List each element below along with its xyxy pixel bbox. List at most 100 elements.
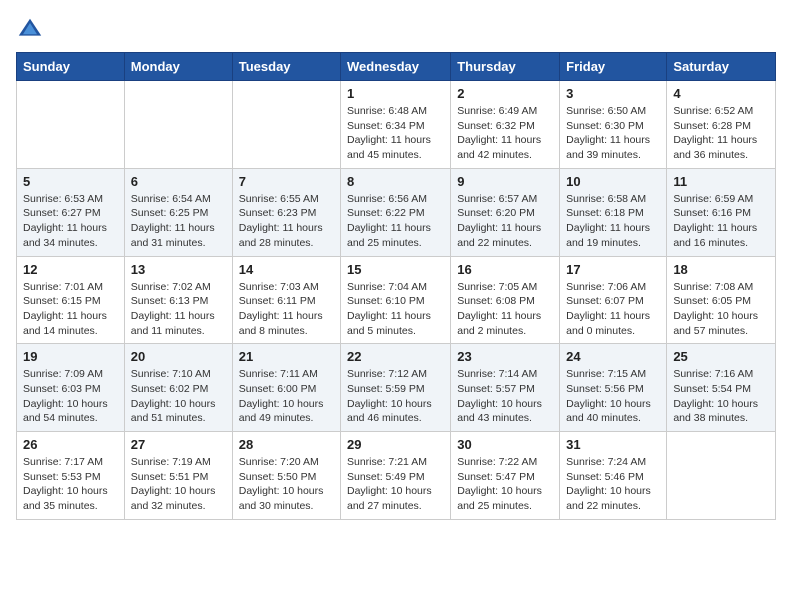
day-info: Sunrise: 7:20 AM Sunset: 5:50 PM Dayligh… xyxy=(239,455,334,514)
day-number: 23 xyxy=(457,349,553,364)
calendar-cell: 17 Sunrise: 7:06 AM Sunset: 6:07 PM Dayli… xyxy=(560,256,667,344)
day-number: 22 xyxy=(347,349,444,364)
calendar-cell: 2 Sunrise: 6:49 AM Sunset: 6:32 PM Daylig… xyxy=(451,81,560,169)
logo-icon xyxy=(16,16,44,44)
day-info: Sunrise: 7:08 AM Sunset: 6:05 PM Dayligh… xyxy=(673,280,769,339)
day-number: 4 xyxy=(673,86,769,101)
day-info: Sunrise: 7:04 AM Sunset: 6:10 PM Dayligh… xyxy=(347,280,444,339)
calendar-cell: 5 Sunrise: 6:53 AM Sunset: 6:27 PM Daylig… xyxy=(17,168,125,256)
day-info: Sunrise: 6:58 AM Sunset: 6:18 PM Dayligh… xyxy=(566,192,660,251)
calendar-cell: 13 Sunrise: 7:02 AM Sunset: 6:13 PM Dayli… xyxy=(124,256,232,344)
day-info: Sunrise: 7:15 AM Sunset: 5:56 PM Dayligh… xyxy=(566,367,660,426)
calendar-cell: 19Sunrise: 7:09 AM Sunset: 6:03 PM Dayli… xyxy=(17,344,125,432)
day-info: Sunrise: 6:53 AM Sunset: 6:27 PM Dayligh… xyxy=(23,192,118,251)
day-number: 2 xyxy=(457,86,553,101)
column-header-tuesday: Tuesday xyxy=(232,53,340,81)
day-number: 18 xyxy=(673,262,769,277)
day-info: Sunrise: 7:19 AM Sunset: 5:51 PM Dayligh… xyxy=(131,455,226,514)
day-number: 8 xyxy=(347,174,444,189)
column-header-friday: Friday xyxy=(560,53,667,81)
calendar-cell: 31 Sunrise: 7:24 AM Sunset: 5:46 PM Dayli… xyxy=(560,432,667,520)
day-number: 14 xyxy=(239,262,334,277)
calendar-cell: 3 Sunrise: 6:50 AM Sunset: 6:30 PM Daylig… xyxy=(560,81,667,169)
day-number: 19 xyxy=(23,349,118,364)
day-info: Sunrise: 7:11 AM Sunset: 6:00 PM Dayligh… xyxy=(239,367,334,426)
day-info: Sunrise: 6:54 AM Sunset: 6:25 PM Dayligh… xyxy=(131,192,226,251)
day-number: 16 xyxy=(457,262,553,277)
calendar-cell: 11Sunrise: 6:59 AM Sunset: 6:16 PM Dayli… xyxy=(667,168,776,256)
day-info: Sunrise: 7:02 AM Sunset: 6:13 PM Dayligh… xyxy=(131,280,226,339)
calendar-cell: 16 Sunrise: 7:05 AM Sunset: 6:08 PM Dayli… xyxy=(451,256,560,344)
day-number: 26 xyxy=(23,437,118,452)
calendar-cell: 14 Sunrise: 7:03 AM Sunset: 6:11 PM Dayli… xyxy=(232,256,340,344)
calendar-cell: 6 Sunrise: 6:54 AM Sunset: 6:25 PM Daylig… xyxy=(124,168,232,256)
calendar-cell: 1 Sunrise: 6:48 AM Sunset: 6:34 PM Daylig… xyxy=(341,81,451,169)
day-number: 17 xyxy=(566,262,660,277)
day-number: 15 xyxy=(347,262,444,277)
day-info: Sunrise: 6:48 AM Sunset: 6:34 PM Dayligh… xyxy=(347,104,444,163)
calendar-week-5: 26 Sunrise: 7:17 AM Sunset: 5:53 PM Dayli… xyxy=(17,432,776,520)
calendar-cell: 29Sunrise: 7:21 AM Sunset: 5:49 PM Dayli… xyxy=(341,432,451,520)
logo xyxy=(16,16,48,44)
day-info: Sunrise: 6:52 AM Sunset: 6:28 PM Dayligh… xyxy=(673,104,769,163)
day-number: 3 xyxy=(566,86,660,101)
calendar-cell: 22Sunrise: 7:12 AM Sunset: 5:59 PM Dayli… xyxy=(341,344,451,432)
day-info: Sunrise: 6:50 AM Sunset: 6:30 PM Dayligh… xyxy=(566,104,660,163)
calendar-week-3: 12Sunrise: 7:01 AM Sunset: 6:15 PM Dayli… xyxy=(17,256,776,344)
calendar-week-4: 19Sunrise: 7:09 AM Sunset: 6:03 PM Dayli… xyxy=(17,344,776,432)
column-header-wednesday: Wednesday xyxy=(341,53,451,81)
calendar-week-1: 1 Sunrise: 6:48 AM Sunset: 6:34 PM Daylig… xyxy=(17,81,776,169)
day-info: Sunrise: 7:21 AM Sunset: 5:49 PM Dayligh… xyxy=(347,455,444,514)
day-info: Sunrise: 7:03 AM Sunset: 6:11 PM Dayligh… xyxy=(239,280,334,339)
day-number: 24 xyxy=(566,349,660,364)
day-number: 20 xyxy=(131,349,226,364)
day-number: 1 xyxy=(347,86,444,101)
calendar-cell: 23 Sunrise: 7:14 AM Sunset: 5:57 PM Dayli… xyxy=(451,344,560,432)
day-number: 9 xyxy=(457,174,553,189)
calendar-cell xyxy=(17,81,125,169)
day-info: Sunrise: 7:22 AM Sunset: 5:47 PM Dayligh… xyxy=(457,455,553,514)
day-number: 28 xyxy=(239,437,334,452)
calendar-cell: 27 Sunrise: 7:19 AM Sunset: 5:51 PM Dayli… xyxy=(124,432,232,520)
day-info: Sunrise: 6:55 AM Sunset: 6:23 PM Dayligh… xyxy=(239,192,334,251)
day-number: 5 xyxy=(23,174,118,189)
day-number: 21 xyxy=(239,349,334,364)
calendar-cell: 28 Sunrise: 7:20 AM Sunset: 5:50 PM Dayli… xyxy=(232,432,340,520)
calendar-cell: 24 Sunrise: 7:15 AM Sunset: 5:56 PM Dayli… xyxy=(560,344,667,432)
calendar-cell: 20 Sunrise: 7:10 AM Sunset: 6:02 PM Dayli… xyxy=(124,344,232,432)
calendar-cell: 7 Sunrise: 6:55 AM Sunset: 6:23 PM Daylig… xyxy=(232,168,340,256)
day-info: Sunrise: 7:24 AM Sunset: 5:46 PM Dayligh… xyxy=(566,455,660,514)
day-info: Sunrise: 7:06 AM Sunset: 6:07 PM Dayligh… xyxy=(566,280,660,339)
day-number: 27 xyxy=(131,437,226,452)
calendar-cell: 12Sunrise: 7:01 AM Sunset: 6:15 PM Dayli… xyxy=(17,256,125,344)
calendar-cell xyxy=(667,432,776,520)
calendar-cell: 4 Sunrise: 6:52 AM Sunset: 6:28 PM Daylig… xyxy=(667,81,776,169)
page-header xyxy=(16,16,776,44)
calendar-cell xyxy=(232,81,340,169)
day-number: 6 xyxy=(131,174,226,189)
calendar-cell xyxy=(124,81,232,169)
day-number: 10 xyxy=(566,174,660,189)
day-info: Sunrise: 6:56 AM Sunset: 6:22 PM Dayligh… xyxy=(347,192,444,251)
column-header-monday: Monday xyxy=(124,53,232,81)
day-number: 7 xyxy=(239,174,334,189)
calendar-cell: 21 Sunrise: 7:11 AM Sunset: 6:00 PM Dayli… xyxy=(232,344,340,432)
day-number: 30 xyxy=(457,437,553,452)
day-number: 12 xyxy=(23,262,118,277)
day-info: Sunrise: 6:57 AM Sunset: 6:20 PM Dayligh… xyxy=(457,192,553,251)
day-number: 13 xyxy=(131,262,226,277)
day-info: Sunrise: 7:05 AM Sunset: 6:08 PM Dayligh… xyxy=(457,280,553,339)
day-info: Sunrise: 6:59 AM Sunset: 6:16 PM Dayligh… xyxy=(673,192,769,251)
day-info: Sunrise: 6:49 AM Sunset: 6:32 PM Dayligh… xyxy=(457,104,553,163)
day-info: Sunrise: 7:16 AM Sunset: 5:54 PM Dayligh… xyxy=(673,367,769,426)
calendar-cell: 18 Sunrise: 7:08 AM Sunset: 6:05 PM Dayli… xyxy=(667,256,776,344)
day-info: Sunrise: 7:10 AM Sunset: 6:02 PM Dayligh… xyxy=(131,367,226,426)
day-info: Sunrise: 7:17 AM Sunset: 5:53 PM Dayligh… xyxy=(23,455,118,514)
calendar-cell: 15 Sunrise: 7:04 AM Sunset: 6:10 PM Dayli… xyxy=(341,256,451,344)
day-number: 31 xyxy=(566,437,660,452)
day-info: Sunrise: 7:14 AM Sunset: 5:57 PM Dayligh… xyxy=(457,367,553,426)
calendar-cell: 10 Sunrise: 6:58 AM Sunset: 6:18 PM Dayli… xyxy=(560,168,667,256)
column-header-sunday: Sunday xyxy=(17,53,125,81)
column-header-thursday: Thursday xyxy=(451,53,560,81)
calendar-week-2: 5 Sunrise: 6:53 AM Sunset: 6:27 PM Daylig… xyxy=(17,168,776,256)
